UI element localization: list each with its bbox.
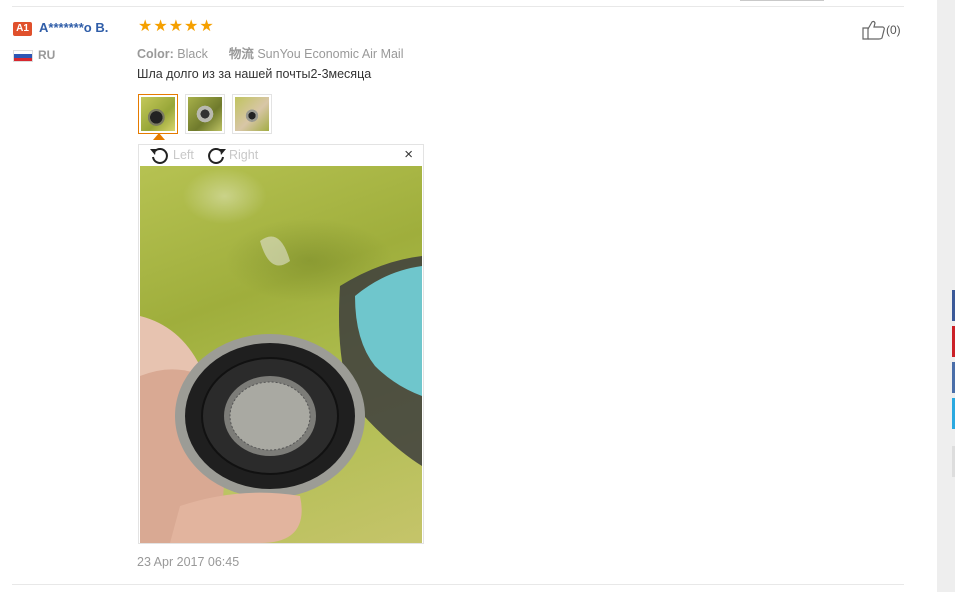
review-date: 23 Apr 2017 06:45 bbox=[137, 555, 240, 569]
buyer-level-badge: A1 bbox=[13, 22, 32, 36]
review-photo-large bbox=[140, 166, 422, 543]
reviewer-name: A*******o B. bbox=[39, 20, 109, 35]
color-label: Color: bbox=[137, 47, 174, 61]
review-photo-thumbnail[interactable] bbox=[138, 94, 178, 134]
rotate-right-button[interactable]: Right bbox=[205, 145, 258, 165]
star-icon: ★ bbox=[184, 18, 199, 35]
thumbnail-image bbox=[235, 97, 269, 131]
top-button-edge bbox=[740, 0, 824, 1]
thumbs-up-icon bbox=[862, 20, 885, 40]
top-divider bbox=[12, 6, 904, 7]
shipping-label: 物流 bbox=[228, 47, 254, 61]
photo-illustration bbox=[140, 236, 422, 543]
active-thumbnail-caret bbox=[153, 133, 165, 140]
order-attributes: Color: Black 物流 SunYou Economic Air Mail bbox=[137, 43, 404, 62]
color-value: Black bbox=[177, 47, 208, 61]
star-icon: ★ bbox=[199, 18, 214, 35]
like-button[interactable]: (0) bbox=[862, 20, 901, 40]
close-icon[interactable]: × bbox=[404, 147, 413, 163]
thumbnail-image bbox=[141, 97, 175, 131]
shipping-value: SunYou Economic Air Mail bbox=[257, 47, 404, 61]
rating-stars: ★ ★ ★ ★ ★ bbox=[138, 18, 214, 36]
review-photo-thumbnail[interactable] bbox=[185, 94, 225, 134]
bottom-divider bbox=[12, 584, 904, 585]
like-count: (0) bbox=[886, 23, 901, 37]
rotate-left-button[interactable]: Left bbox=[149, 145, 194, 165]
photo-viewer: Left Right × bbox=[138, 144, 424, 544]
star-icon: ★ bbox=[138, 18, 153, 35]
review-photo-thumbnail[interactable] bbox=[232, 94, 272, 134]
review-text: Шла долго из за нашей почты2-3месяца bbox=[137, 67, 372, 81]
star-icon: ★ bbox=[168, 18, 184, 35]
russia-flag-icon bbox=[13, 50, 33, 62]
viewer-toolbar: Left Right × bbox=[139, 145, 423, 165]
reviewer-country: RU bbox=[38, 48, 56, 62]
rotate-left-label: Left bbox=[173, 148, 194, 162]
rotate-right-icon bbox=[208, 148, 226, 164]
rotate-right-label: Right bbox=[229, 148, 259, 162]
thumbnail-image bbox=[188, 97, 222, 131]
star-icon: ★ bbox=[153, 18, 168, 35]
rotate-left-icon bbox=[150, 148, 168, 164]
